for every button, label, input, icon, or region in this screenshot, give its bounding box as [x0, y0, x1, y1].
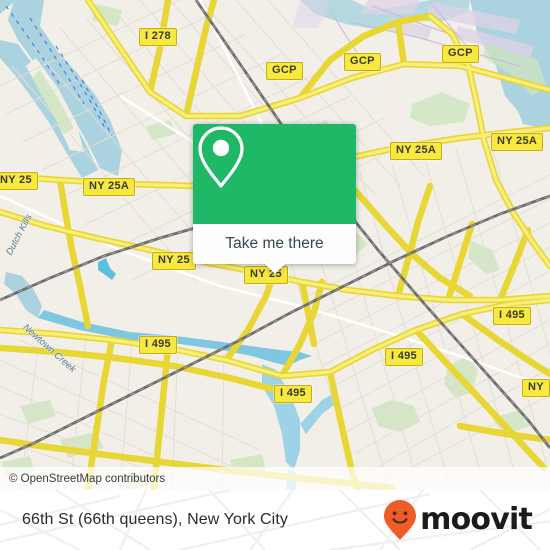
take-me-there-label: Take me there	[225, 235, 324, 252]
map-pin-icon	[198, 126, 244, 188]
highway-shield: I 278	[139, 28, 177, 46]
map-canvas[interactable]: I 278 GCP GCP GCP NY 25A NY 25A NY 25A N…	[0, 0, 550, 490]
highway-shield: NY 25A	[491, 133, 544, 151]
map-screenshot: I 278 GCP GCP GCP NY 25A NY 25A NY 25A N…	[0, 0, 550, 550]
highway-shield: I 495	[385, 348, 423, 366]
highway-shield: I 495	[274, 385, 312, 403]
moovit-pin-icon	[384, 500, 417, 540]
callout-image-area	[193, 124, 356, 224]
highway-shield: GCP	[442, 45, 479, 63]
highway-shield: NY 25	[0, 172, 38, 190]
highway-shield: GCP	[344, 53, 381, 71]
highway-shield: NY 25A	[390, 142, 443, 160]
highway-shield: NY	[522, 379, 550, 397]
callout-tail	[263, 263, 286, 274]
location-callout[interactable]: Take me there	[193, 124, 356, 274]
page-title: 66th St (66th queens), New York City	[22, 511, 288, 528]
take-me-there-button[interactable]: Take me there	[193, 224, 356, 274]
highway-shield: NY 25	[152, 252, 196, 270]
highway-shield: GCP	[266, 62, 303, 80]
osm-attribution-text[interactable]: © OpenStreetMap contributors	[0, 473, 165, 485]
footer-bar: 66th St (66th queens), New York City moo…	[0, 490, 550, 550]
moovit-logo[interactable]: moovit	[383, 499, 533, 541]
map-attribution-bar: © OpenStreetMap contributors	[0, 467, 550, 490]
moovit-wordmark: moovit	[420, 502, 533, 537]
highway-shield: I 495	[493, 307, 531, 325]
highway-shield: I 495	[139, 336, 177, 354]
highway-shield: NY 25A	[83, 178, 136, 196]
